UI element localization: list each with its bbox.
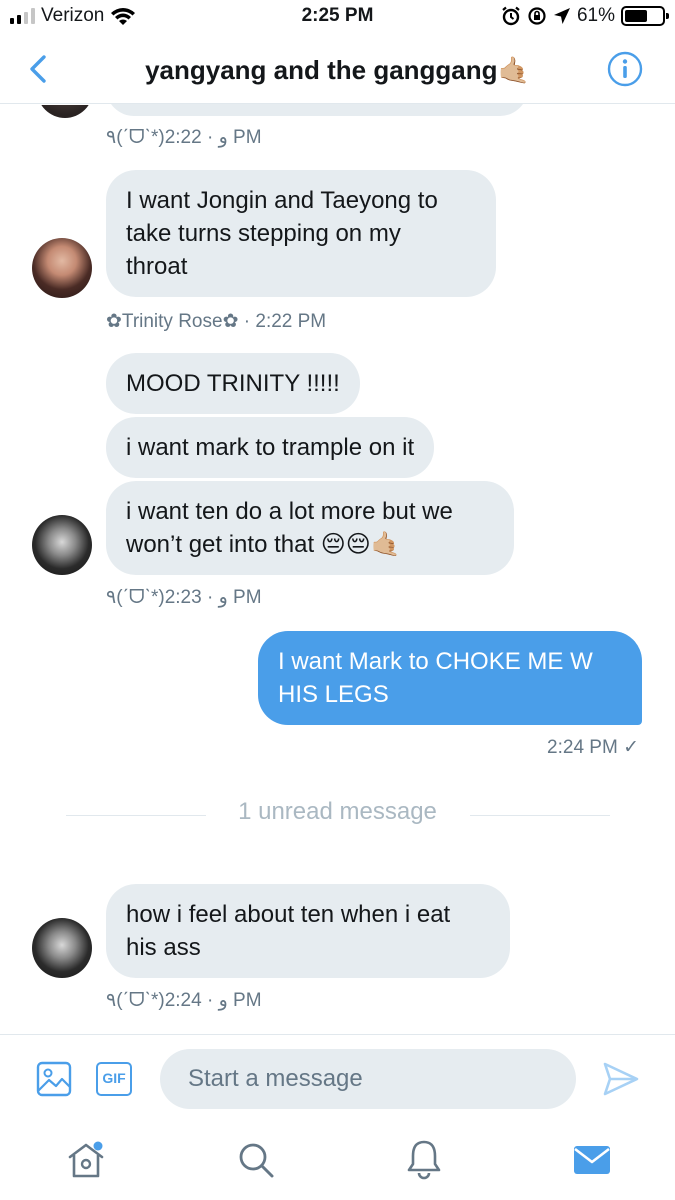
message-input[interactable] xyxy=(160,1049,576,1109)
alarm-icon xyxy=(502,6,520,26)
message-meta: ٩(ˊᗜˋ*)و · 2:24 PM xyxy=(106,990,262,1011)
message-line: i want ten do a lot more but we xyxy=(126,498,453,525)
image-icon[interactable] xyxy=(36,1061,72,1097)
send-icon[interactable] xyxy=(602,1061,640,1097)
location-icon xyxy=(553,8,570,24)
notifications-icon[interactable] xyxy=(404,1138,444,1180)
search-icon[interactable] xyxy=(236,1140,276,1180)
avatar-member[interactable] xyxy=(32,515,92,575)
avatar-member[interactable] xyxy=(32,918,92,978)
conversation-title: yangyang and the ganggang🤙🏼 xyxy=(145,55,530,85)
sent-message-bubble[interactable]: I want Mark to CHOKE ME W HIS LEGS xyxy=(258,631,642,725)
message-meta: ٩(ˊᗜˋ*)و · 2:22 PM xyxy=(106,127,262,148)
message-line: take turns stepping on my xyxy=(126,220,401,247)
gif-label: GIF xyxy=(102,1070,126,1086)
battery-percent: 61% xyxy=(576,5,615,26)
message-line: his ass xyxy=(126,934,201,961)
message-line: HIS LEGS xyxy=(278,681,389,708)
message-line: throat xyxy=(126,253,188,280)
status-right: 61% xyxy=(501,5,669,27)
message-line: I want Mark to CHOKE ME W xyxy=(278,648,593,675)
message-line: won’t get into that 😔😔🤙🏼 xyxy=(126,531,401,558)
unread-divider: 1 unread message xyxy=(238,798,437,825)
message-meta: ✿Trinity Rose✿ · 2:22 PM xyxy=(106,311,327,332)
message-bubble[interactable]: i want mark to trample on it xyxy=(106,417,435,478)
message-meta-sent: 2:24 PM ✓ xyxy=(547,737,639,758)
tab-bar xyxy=(0,1122,675,1200)
message-composer: GIF xyxy=(0,1034,675,1122)
message-bubble[interactable]: i want ten do a lot more but we won’t ge… xyxy=(106,481,514,575)
message-text: MOOD TRINITY !!!!! xyxy=(126,370,340,397)
info-icon[interactable] xyxy=(607,51,643,87)
conversation-header: yangyang and the ganggang🤙🏼 xyxy=(0,34,675,104)
message-bubble[interactable]: how i feel about ten when i eat his ass xyxy=(106,884,510,978)
message-bubble[interactable]: I want Jongin and Taeyong to take turns … xyxy=(106,170,496,297)
battery-icon xyxy=(621,6,669,26)
message-line: I want Jongin and Taeyong to xyxy=(126,187,438,214)
gif-button[interactable]: GIF xyxy=(96,1062,132,1096)
battery-fill xyxy=(625,10,647,22)
message-meta: ٩(ˊᗜˋ*)و · 2:23 PM xyxy=(106,587,262,608)
status-bar: Verizon 2:25 PM 61% xyxy=(0,0,675,34)
home-icon[interactable] xyxy=(66,1140,106,1180)
rotation-lock-icon xyxy=(528,7,546,25)
message-line: how i feel about ten when i eat xyxy=(126,901,451,928)
messages-icon[interactable] xyxy=(572,1142,612,1178)
avatar-trinity[interactable] xyxy=(32,238,92,298)
message-text: i want mark to trample on it xyxy=(126,434,415,461)
divider-line xyxy=(470,815,610,816)
message-bubble[interactable]: MOOD TRINITY !!!!! xyxy=(106,353,360,414)
